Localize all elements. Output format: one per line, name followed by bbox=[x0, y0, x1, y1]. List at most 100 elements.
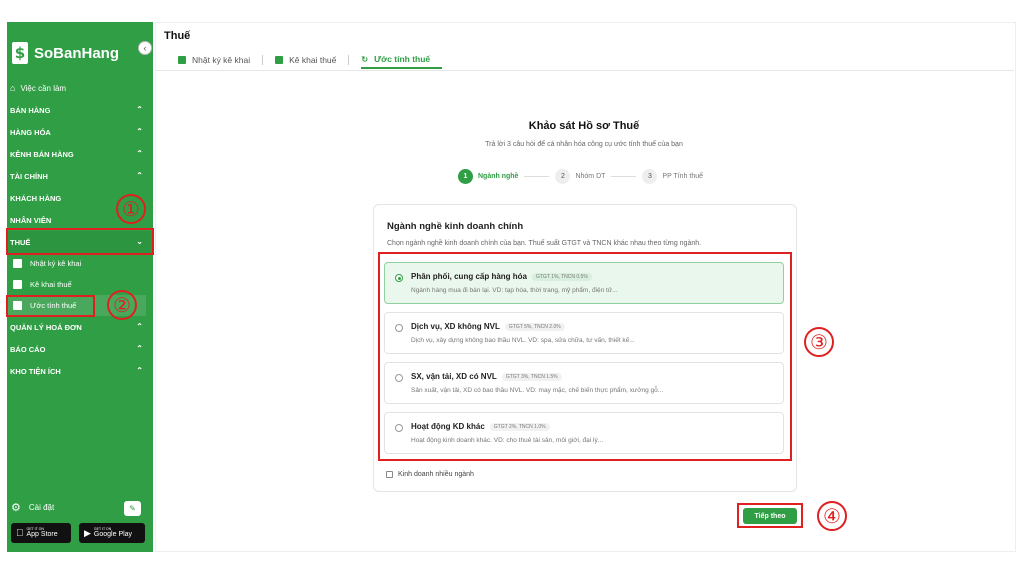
step-1: 1 Ngành nghề bbox=[458, 169, 518, 184]
gear-icon: ⚙ bbox=[11, 502, 21, 514]
sidebar-subitem-ke-khai-thue[interactable]: Kê khai thuế bbox=[7, 274, 153, 295]
sidebar-item-ban-hang[interactable]: BÁN HÀNG ⌃ bbox=[7, 99, 153, 121]
sidebar-item-hang-hoa[interactable]: HÀNG HÓA ⌃ bbox=[7, 121, 153, 143]
chevron-left-icon: ‹ bbox=[143, 43, 147, 53]
option-description: Ngành hàng mua đi bán lại. VD: tạp hóa, … bbox=[411, 287, 618, 294]
sidebar-item-quan-ly-hoa-don[interactable]: QUẢN LÝ HOÁ ĐƠN ⌃ bbox=[7, 316, 153, 338]
next-button[interactable]: Tiếp theo bbox=[743, 508, 797, 524]
option-name: Phân phối, cung cấp hàng hóa bbox=[411, 272, 528, 281]
chevron-up-icon: ⌃ bbox=[136, 322, 143, 331]
tab-label: Ước tính thuế bbox=[374, 54, 431, 64]
multi-industry-checkbox[interactable]: Kinh doanh nhiều ngành bbox=[386, 471, 474, 478]
sidebar-item-label: BÁO CÁO bbox=[10, 344, 46, 354]
tab-divider bbox=[348, 55, 350, 65]
chevron-up-icon: ⌃ bbox=[136, 171, 143, 180]
sidebar-item-label: NHÂN VIÊN bbox=[10, 215, 52, 225]
tab-label: Nhật ký kê khai bbox=[192, 55, 251, 65]
app-window: $ SoBanHang ⌂ Việc cần làm BÁN HÀNG ⌃ HÀ… bbox=[0, 0, 1024, 577]
radio-button[interactable] bbox=[395, 424, 403, 432]
chevron-up-icon: ⌃ bbox=[136, 366, 143, 375]
step-2: 2 Nhóm DT bbox=[555, 169, 605, 184]
sidebar-item-thue[interactable]: THUẾ ⌄ bbox=[7, 231, 153, 253]
option-title: SX, vận tải, XD có NVL GTGT 3%, TNCN 1.5% bbox=[411, 372, 562, 381]
chevron-up-icon: ⌃ bbox=[136, 105, 143, 114]
sidebar-item-kho-tien-ich[interactable]: KHO TIỆN ÍCH ⌃ bbox=[7, 360, 153, 382]
declaration-icon bbox=[13, 280, 22, 289]
declaration-icon bbox=[275, 56, 284, 64]
option-title: Phân phối, cung cấp hàng hóa GTGT 1%, TNC… bbox=[411, 272, 592, 281]
tab-nhat-ky-ke-khai[interactable]: Nhật ký kê khai bbox=[178, 51, 262, 69]
header-divider bbox=[156, 70, 1014, 71]
option-description: Sản xuất, vận tải, XD có bao thầu NVL. V… bbox=[411, 387, 664, 394]
settings-label: Cài đặt bbox=[28, 503, 55, 512]
sidebar-item-settings[interactable]: ⚙ Cài đặt bbox=[11, 501, 147, 514]
tab-label: Kê khai thuế bbox=[289, 55, 337, 65]
option-name: Hoạt động KD khác bbox=[411, 422, 485, 431]
sidebar-item-todo[interactable]: ⌂ Việc cần làm bbox=[7, 77, 153, 99]
tax-rate-badge: GTGT 2%, TNCN 1.0% bbox=[489, 422, 550, 431]
sidebar-item-label: TÀI CHÍNH bbox=[10, 171, 48, 181]
step-number: 3 bbox=[642, 169, 658, 184]
sidebar-collapse-button[interactable]: ‹ bbox=[138, 41, 152, 55]
chevron-down-icon: ⌄ bbox=[136, 237, 143, 246]
page-title: Thuế bbox=[164, 30, 191, 42]
radio-button[interactable] bbox=[395, 324, 403, 332]
step-label: Nhóm DT bbox=[575, 173, 606, 180]
sidebar-item-label: BÁN HÀNG bbox=[10, 105, 51, 115]
app-name: SoBanHang bbox=[34, 44, 120, 62]
radio-button[interactable] bbox=[395, 274, 403, 282]
sidebar-item-label: Việc cần làm bbox=[20, 83, 67, 93]
radio-button[interactable] bbox=[395, 374, 403, 382]
annotation-marker-1: ① bbox=[116, 194, 146, 224]
option-name: Dịch vụ, XD không NVL bbox=[411, 322, 500, 331]
tab-ke-khai-thue[interactable]: Kê khai thuế bbox=[275, 51, 348, 69]
googleplay-label: Google Play bbox=[93, 531, 133, 538]
option-name: SX, vận tải, XD có NVL bbox=[411, 372, 497, 381]
sidebar-subitem-label: Kê khai thuế bbox=[30, 280, 72, 289]
tab-divider bbox=[262, 55, 264, 65]
tax-rate-badge: GTGT 3%, TNCN 1.5% bbox=[501, 372, 562, 381]
journal-icon bbox=[13, 259, 22, 268]
tax-rate-badge: GTGT 5%, TNCN 2.0% bbox=[504, 322, 565, 331]
sidebar-item-kenh-ban-hang[interactable]: KÊNH BÁN HÀNG ⌃ bbox=[7, 143, 153, 165]
app-store-button[interactable]:  GET IT ONApp Store bbox=[11, 523, 71, 543]
step-number: 2 bbox=[555, 169, 571, 184]
sidebar-item-label: KHO TIỆN ÍCH bbox=[10, 366, 61, 376]
industry-option-services[interactable]: Dịch vụ, XD không NVL GTGT 5%, TNCN 2.0% … bbox=[384, 312, 784, 354]
stepper: 1 Ngành nghề 2 Nhóm DT 3 PP Tính thuế bbox=[458, 169, 703, 184]
step-connector bbox=[611, 176, 637, 177]
home-icon: ⌂ bbox=[10, 83, 16, 93]
sidebar-nav: ⌂ Việc cần làm BÁN HÀNG ⌃ HÀNG HÓA ⌃ KÊN… bbox=[7, 77, 153, 382]
industry-option-other[interactable]: Hoạt động KD khác GTGT 2%, TNCN 1.0% Hoạt… bbox=[384, 412, 784, 454]
survey-title: Khảo sát Hồ sơ Thuế bbox=[528, 120, 640, 132]
annotation-marker-4: ④ bbox=[817, 501, 847, 531]
option-description: Hoạt động kinh doanh khác. VD: cho thuê … bbox=[411, 437, 604, 444]
google-play-button[interactable]: ▶ GET IT ON Google Play bbox=[79, 523, 145, 543]
industry-option-manufacturing[interactable]: SX, vận tải, XD có NVL GTGT 3%, TNCN 1.5%… bbox=[384, 362, 784, 404]
sidebar-item-label: QUẢN LÝ HOÁ ĐƠN bbox=[10, 322, 82, 332]
sidebar-subitem-nhat-ky-ke-khai[interactable]: Nhật ký kê khai bbox=[7, 253, 153, 274]
industry-card: Ngành nghề kinh doanh chính Chọn ngành n… bbox=[373, 204, 797, 492]
sidebar-item-label: THUẾ bbox=[10, 237, 31, 247]
checkbox[interactable] bbox=[386, 471, 393, 478]
calculator-icon bbox=[13, 301, 22, 310]
annotation-marker-2: ② bbox=[107, 290, 137, 320]
sidebar-subitem-label: Nhật ký kê khai bbox=[30, 259, 82, 268]
survey-subtitle: Trả lời 3 câu hỏi để cá nhân hóa công cụ… bbox=[485, 141, 683, 148]
chevron-up-icon: ⌃ bbox=[136, 127, 143, 136]
sidebar-item-label: KHÁCH HÀNG bbox=[10, 193, 62, 203]
step-3: 3 PP Tính thuế bbox=[642, 169, 703, 184]
industry-option-distribution[interactable]: Phân phối, cung cấp hàng hóa GTGT 1%, TNC… bbox=[384, 262, 784, 304]
step-label: PP Tính thuế bbox=[662, 173, 704, 180]
sidebar-item-tai-chinh[interactable]: TÀI CHÍNH ⌃ bbox=[7, 165, 153, 187]
tax-rate-badge: GTGT 1%, TNCN 0.5% bbox=[532, 272, 592, 281]
sidebar-item-label: HÀNG HÓA bbox=[10, 127, 51, 137]
option-title: Hoạt động KD khác GTGT 2%, TNCN 1.0% bbox=[411, 422, 550, 431]
step-label: Ngành nghề bbox=[478, 173, 519, 180]
sidebar-item-bao-cao[interactable]: BÁO CÁO ⌃ bbox=[7, 338, 153, 360]
tab-uoc-tinh-thue[interactable]: ↻ Ước tính thuế bbox=[361, 51, 443, 69]
card-description: Chọn ngành nghề kinh doanh chính của bạn… bbox=[387, 240, 702, 247]
chevron-up-icon: ⌃ bbox=[136, 344, 143, 353]
logo[interactable]: $ SoBanHang bbox=[12, 41, 119, 65]
estimate-icon: ↻ bbox=[361, 54, 369, 64]
